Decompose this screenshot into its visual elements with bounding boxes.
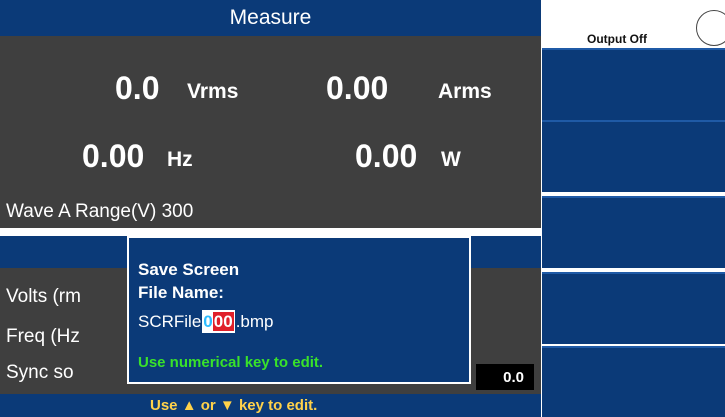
dialog-title: Save Screen (138, 260, 240, 279)
softkey-4[interactable] (542, 272, 725, 344)
wave-range-info: Wave A Range(V) 300 (6, 201, 194, 222)
dialog-hint: Use numerical key to edit. (138, 354, 324, 371)
filename-digits[interactable]: 00 (212, 312, 234, 331)
bottom-hint-or: or (200, 397, 216, 414)
frequency-value: 0.00 (82, 138, 145, 174)
filename-digit-cursor[interactable]: 0 (203, 312, 213, 331)
bottom-hint: Use ▲ or ▼ key to edit. (150, 397, 317, 414)
page-title: Measure (0, 0, 541, 36)
bottom-hint-prefix: Use (150, 397, 178, 414)
frequency-unit: Hz (167, 148, 193, 171)
sync-source-label: Sync so (6, 362, 74, 383)
volts-label: Volts (rm (6, 286, 81, 307)
up-arrow-icon: ▲ (181, 397, 197, 414)
current-value: 0.00 (326, 70, 389, 106)
sync-value-field[interactable]: 0.0 (476, 364, 534, 390)
current-unit: Arms (438, 80, 492, 103)
down-arrow-icon: ▼ (219, 397, 235, 414)
power-value: 0.00 (355, 138, 418, 174)
output-indicator-icon (696, 10, 725, 46)
filename-extension: .bmp (235, 311, 274, 331)
softkey-3[interactable] (542, 196, 725, 268)
softkey-5[interactable] (542, 346, 725, 417)
save-screen-dialog: Save Screen File Name: SCRFile 000 .bmp … (127, 236, 471, 384)
softkey-1[interactable] (542, 48, 725, 120)
sync-value: 0.0 (503, 368, 524, 386)
power-unit: W (441, 148, 461, 171)
softkey-2[interactable] (542, 120, 725, 192)
filename-label: File Name: (138, 283, 224, 302)
voltage-value: 0.0 (115, 70, 160, 106)
freq-label: Freq (Hz (6, 326, 80, 347)
filename-prefix: SCRFile (138, 311, 202, 331)
filename-digit-editor[interactable]: 000 (202, 310, 235, 333)
page-title-text: Measure (229, 6, 312, 29)
output-status-label: Output Off (587, 32, 647, 46)
bottom-hint-suffix: key to edit. (238, 397, 318, 414)
voltage-unit: Vrms (187, 80, 239, 103)
filename-field[interactable]: SCRFile 000 .bmp (138, 310, 273, 333)
measurement-panel: 0.0 Vrms 0.00 Arms 0.00 Hz 0.00 W (0, 36, 541, 228)
